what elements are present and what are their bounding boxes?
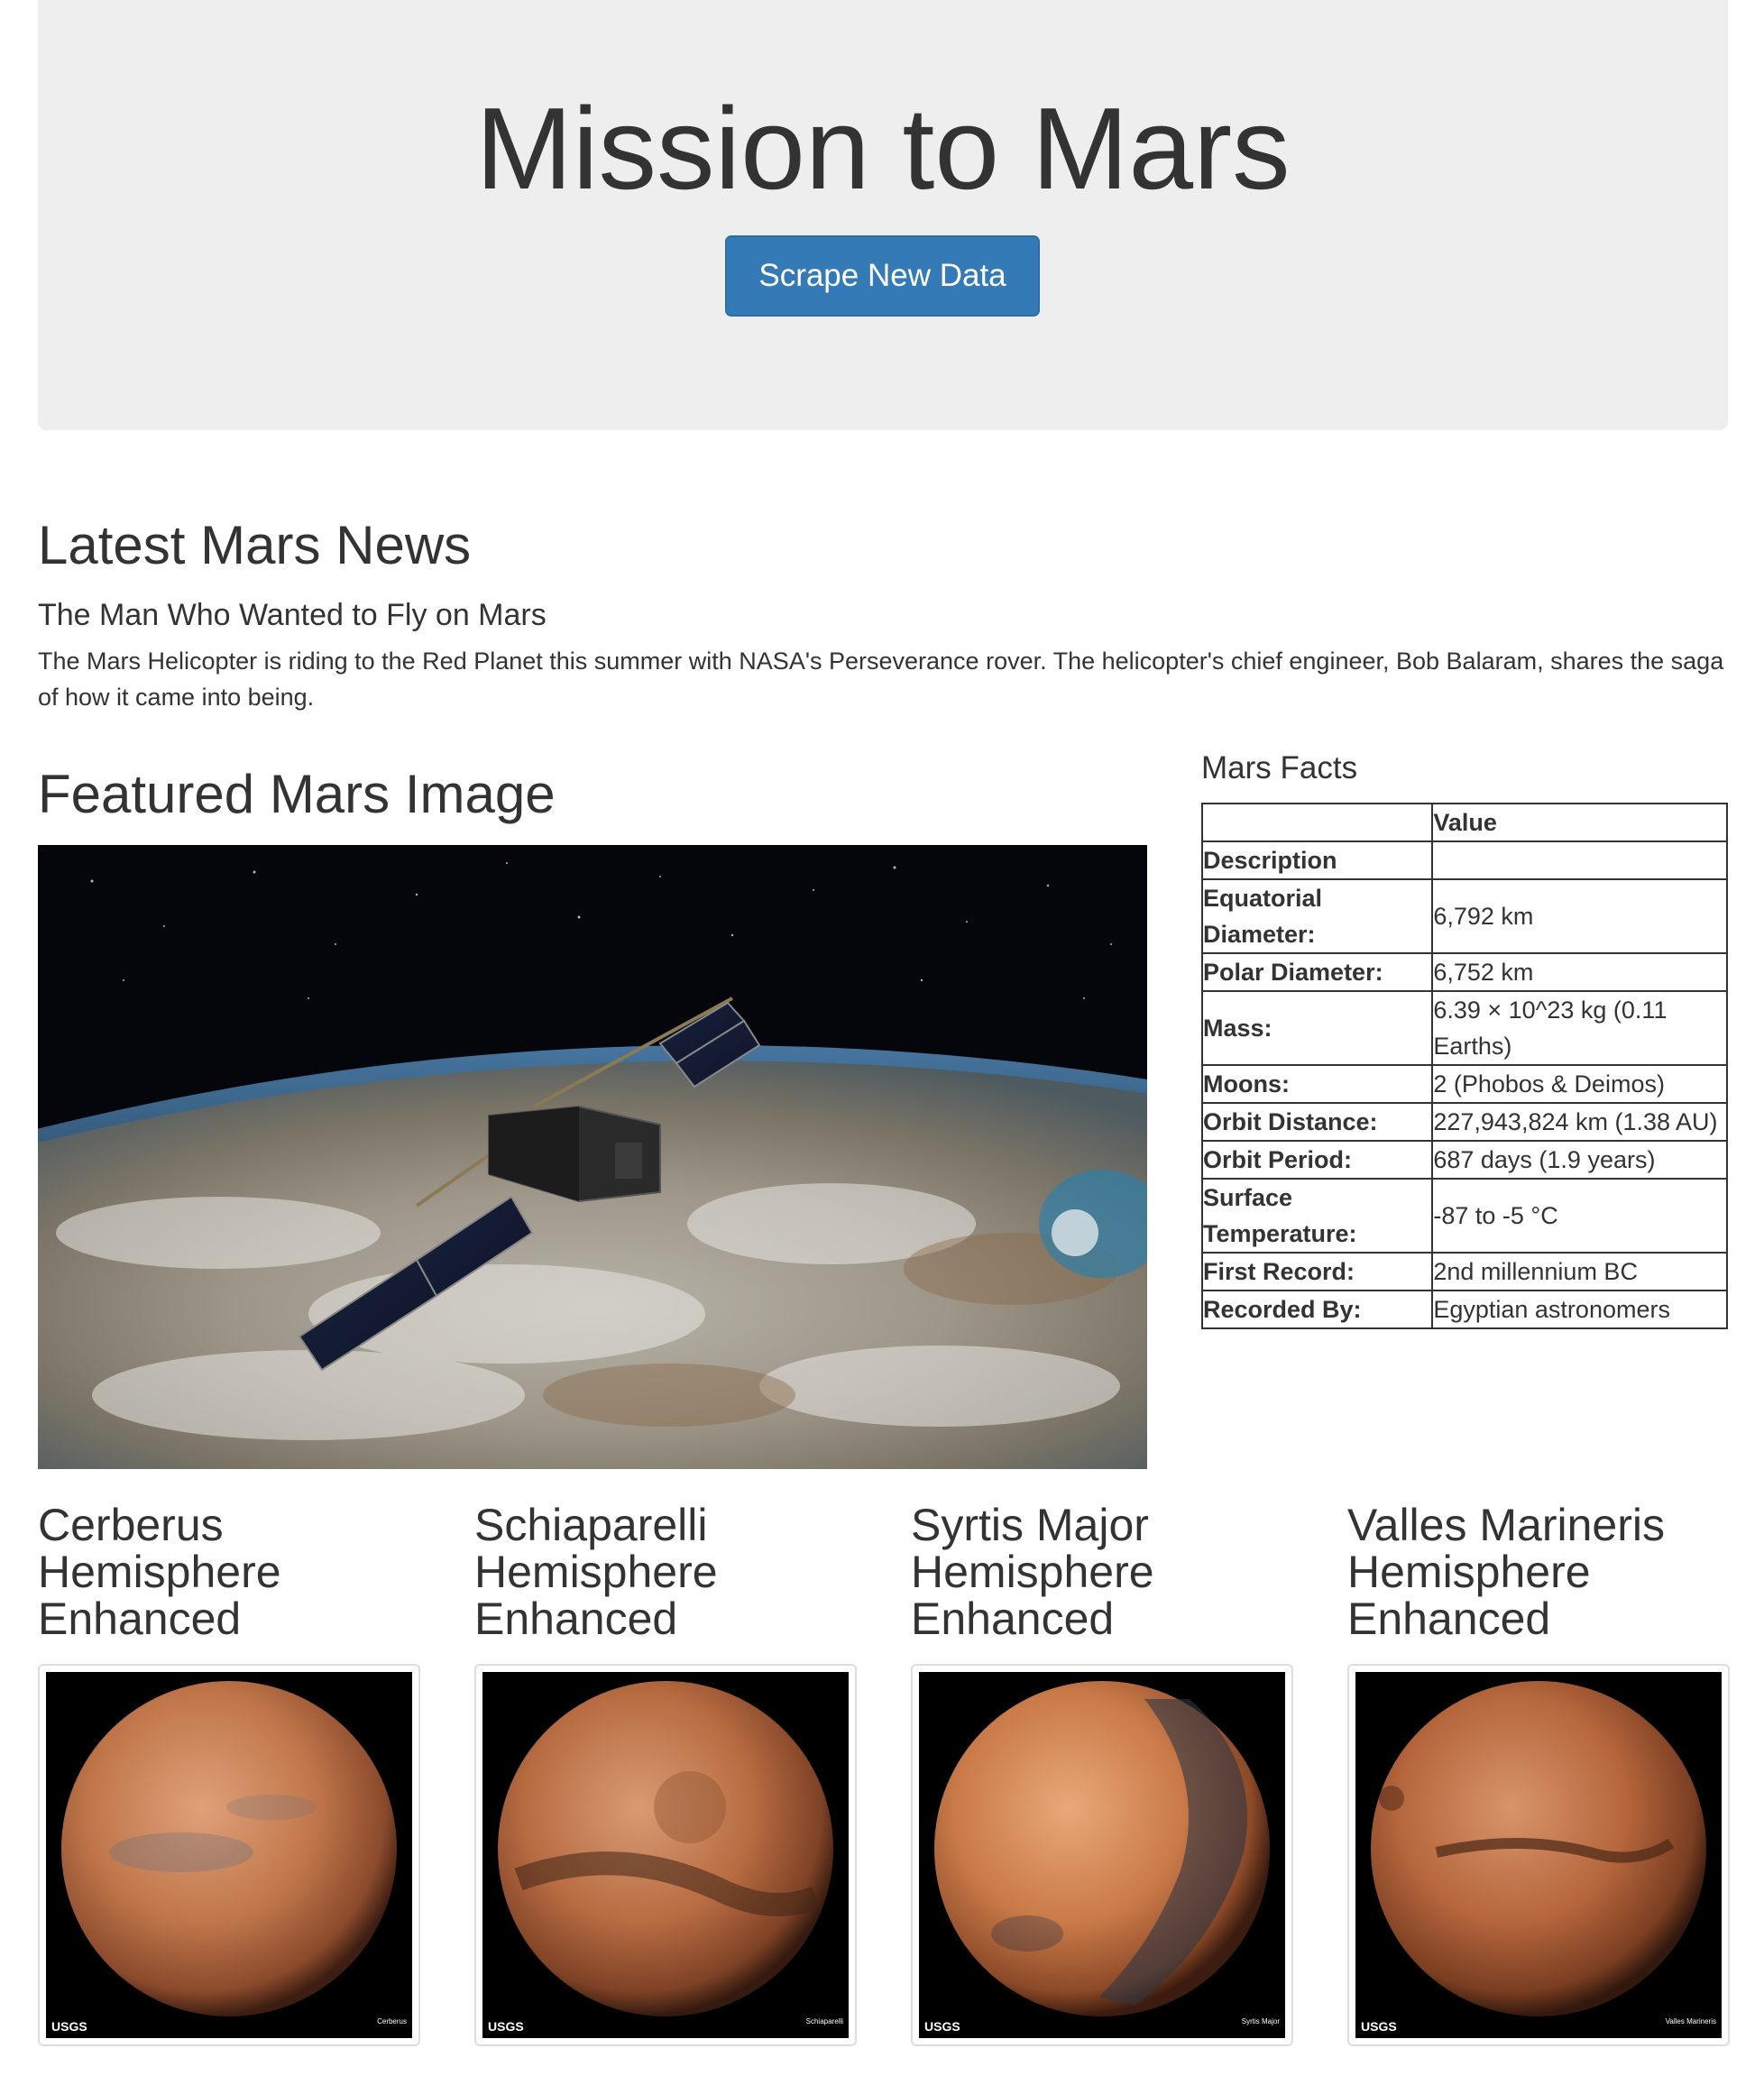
hemisphere-title: Schiaparelli Hemisphere Enhanced	[474, 1500, 718, 1644]
table-row: Orbit Distance: 227,943,824 km (1.38 AU)	[1200, 1102, 1728, 1142]
fact-value: 2 (Phobos & Deimos)	[1431, 1064, 1728, 1104]
table-header-row: Value	[1200, 803, 1728, 842]
jumbotron: Mission to Mars Scrape New Data	[38, 0, 1728, 430]
table-row: Surface Temperature: -87 to -5 °C	[1200, 1178, 1728, 1254]
hemisphere-title: Syrtis Major Hemisphere Enhanced	[911, 1500, 1154, 1644]
scrape-new-data-button[interactable]: Scrape New Data	[725, 235, 1040, 317]
fact-value: Egyptian astronomers	[1431, 1290, 1728, 1329]
hemisphere-card-schiaparelli: Schiaparelli Hemisphere Enhanced USGS Sc…	[474, 1500, 857, 2046]
fact-label: Moons:	[1200, 1064, 1434, 1104]
table-row: Polar Diameter: 6,752 km	[1200, 952, 1728, 992]
table-header-empty	[1200, 803, 1434, 842]
hemisphere-caption: Cerberus	[377, 2017, 407, 2025]
news-section-heading: Latest Mars News	[38, 515, 472, 575]
hemisphere-card-cerberus: Cerberus Hemisphere Enhanced USGS Cerber…	[38, 1500, 420, 2046]
fact-value: 227,943,824 km (1.38 AU)	[1431, 1102, 1728, 1142]
usgs-logo: USGS	[1361, 2019, 1397, 2034]
table-row: Orbit Period: 687 days (1.9 years)	[1200, 1140, 1728, 1180]
hemisphere-caption: Valles Marineris	[1666, 2017, 1716, 2025]
news-title: The Man Who Wanted to Fly on Mars	[38, 598, 547, 632]
fact-value	[1431, 840, 1728, 880]
table-row: Mass: 6.39 × 10^23 kg (0.11 Earths)	[1200, 990, 1728, 1066]
usgs-logo: USGS	[51, 2019, 87, 2034]
page-title: Mission to Mars	[475, 84, 1291, 214]
table-row: Moons: 2 (Phobos & Deimos)	[1200, 1064, 1728, 1104]
fact-value: 6,752 km	[1431, 952, 1728, 992]
fact-label: Surface Temperature:	[1200, 1178, 1434, 1254]
hemisphere-card-valles-marineris: Valles Marineris Hemisphere Enhanced USG…	[1347, 1500, 1730, 2046]
fact-label: Orbit Distance:	[1200, 1102, 1434, 1142]
hemisphere-title: Valles Marineris Hemisphere Enhanced	[1347, 1500, 1665, 1644]
usgs-logo: USGS	[924, 2019, 960, 2034]
table-header-value: Value	[1431, 803, 1728, 842]
fact-label: First Record:	[1200, 1252, 1434, 1291]
table-row: Description	[1200, 840, 1728, 880]
table-row: Equatorial Diameter: 6,792 km	[1200, 878, 1728, 954]
hemisphere-thumbnail[interactable]: USGS Cerberus	[38, 1664, 420, 2046]
usgs-logo: USGS	[488, 2019, 524, 2034]
fact-label: Orbit Period:	[1200, 1140, 1434, 1180]
fact-value: -87 to -5 °C	[1431, 1178, 1728, 1254]
mars-facts-heading: Mars Facts	[1201, 750, 1358, 785]
fact-value: 687 days (1.9 years)	[1431, 1140, 1728, 1180]
fact-label: Recorded By:	[1200, 1290, 1434, 1329]
hemisphere-thumbnail[interactable]: USGS Valles Marineris	[1347, 1664, 1730, 2046]
fact-value: 6,792 km	[1431, 878, 1728, 954]
featured-image-heading: Featured Mars Image	[38, 764, 556, 824]
hemisphere-card-syrtis-major: Syrtis Major Hemisphere Enhanced USGS Sy…	[911, 1500, 1293, 2046]
fact-label: Polar Diameter:	[1200, 952, 1434, 992]
fact-value: 6.39 × 10^23 kg (0.11 Earths)	[1431, 990, 1728, 1066]
hemisphere-caption: Schiaparelli	[806, 2017, 844, 2025]
fact-value: 2nd millennium BC	[1431, 1252, 1728, 1291]
hemisphere-thumbnail[interactable]: USGS Syrtis Major	[911, 1664, 1293, 2046]
news-paragraph: The Mars Helicopter is riding to the Red…	[38, 648, 1724, 711]
fact-label: Description	[1200, 840, 1434, 880]
table-row: First Record: 2nd millennium BC	[1200, 1252, 1728, 1291]
mars-facts-table: Value Description Equatorial Diameter: 6…	[1200, 803, 1728, 1329]
fact-label: Mass:	[1200, 990, 1434, 1066]
fact-label: Equatorial Diameter:	[1200, 878, 1434, 954]
featured-mars-image	[38, 845, 1147, 1469]
hemisphere-caption: Syrtis Major	[1242, 2017, 1281, 2025]
table-row: Recorded By: Egyptian astronomers	[1200, 1290, 1728, 1329]
hemisphere-thumbnail[interactable]: USGS Schiaparelli	[474, 1664, 857, 2046]
hemisphere-title: Cerberus Hemisphere Enhanced	[38, 1500, 281, 1644]
